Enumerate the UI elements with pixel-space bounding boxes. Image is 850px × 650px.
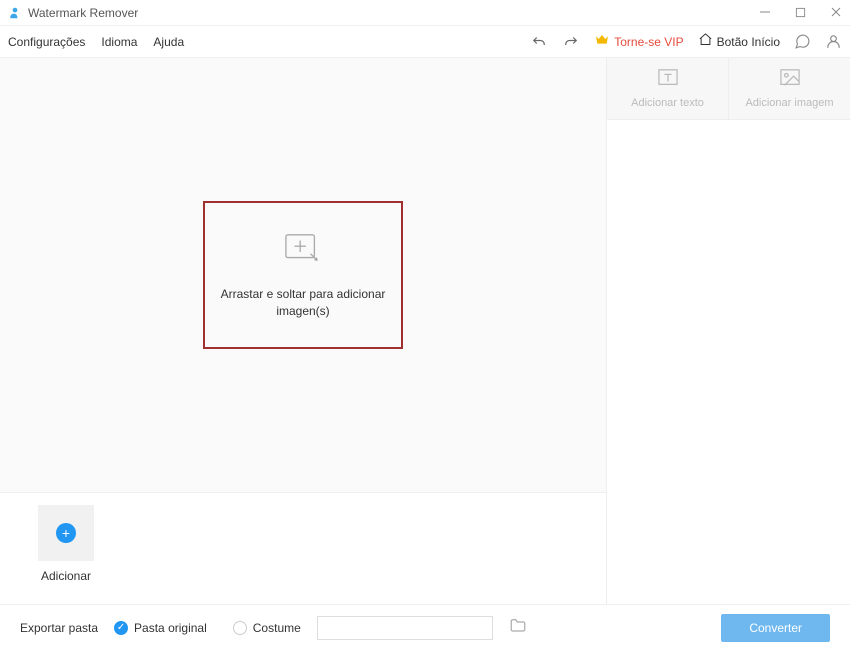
app-logo-icon xyxy=(8,6,22,20)
drop-zone[interactable]: Arrastar e soltar para adicionar imagen(… xyxy=(203,201,403,349)
add-thumbnail-button[interactable]: + Adicionar xyxy=(30,505,102,583)
thumbnail-strip: + Adicionar xyxy=(0,492,606,604)
tab-add-image[interactable]: Adicionar imagem xyxy=(728,58,850,119)
plus-icon: + xyxy=(56,523,76,543)
radio-checked-icon: ✓ xyxy=(114,621,128,635)
tab-add-text[interactable]: Adicionar texto xyxy=(607,58,728,119)
radio-unchecked-icon xyxy=(233,621,247,635)
redo-button[interactable] xyxy=(562,33,580,51)
user-icon[interactable] xyxy=(825,33,842,50)
minimize-button[interactable] xyxy=(759,6,771,20)
chat-icon[interactable] xyxy=(794,33,811,50)
maximize-button[interactable] xyxy=(795,6,806,20)
text-box-icon xyxy=(657,68,679,91)
side-panel: Adicionar texto Adicionar imagem xyxy=(606,58,850,604)
convert-button[interactable]: Converter xyxy=(721,614,830,642)
menubar: Configurações Idioma Ajuda Torne-se VIP … xyxy=(0,26,850,58)
radio-custom-folder[interactable]: Costume xyxy=(233,621,301,635)
titlebar: Watermark Remover xyxy=(0,0,850,26)
close-button[interactable] xyxy=(830,6,842,20)
radio-custom-label: Costume xyxy=(253,621,301,635)
image-icon xyxy=(779,68,801,91)
tab-add-image-label: Adicionar imagem xyxy=(745,97,833,109)
menu-language[interactable]: Idioma xyxy=(101,35,137,49)
home-icon xyxy=(698,32,713,52)
vip-label: Torne-se VIP xyxy=(614,35,683,49)
canvas-area: Arrastar e soltar para adicionar imagen(… xyxy=(0,58,606,492)
add-thumbnail-label: Adicionar xyxy=(41,569,91,583)
add-thumbnail-tile: + xyxy=(38,505,94,561)
menu-help[interactable]: Ajuda xyxy=(153,35,184,49)
home-button[interactable]: Botão Início xyxy=(698,32,780,52)
footer: Exportar pasta ✓ Pasta original Costume … xyxy=(0,604,850,650)
browse-folder-button[interactable] xyxy=(509,617,527,638)
undo-button[interactable] xyxy=(530,33,548,51)
app-title: Watermark Remover xyxy=(28,6,138,20)
add-image-icon xyxy=(282,231,324,274)
radio-original-label: Pasta original xyxy=(134,621,207,635)
export-path-input[interactable] xyxy=(317,616,493,640)
radio-original-folder[interactable]: ✓ Pasta original xyxy=(114,621,207,635)
vip-link[interactable]: Torne-se VIP xyxy=(594,31,683,52)
crown-icon xyxy=(594,31,610,52)
home-label: Botão Início xyxy=(717,35,780,49)
export-radio-group: ✓ Pasta original Costume xyxy=(114,621,301,635)
export-folder-label: Exportar pasta xyxy=(20,621,98,635)
tab-add-text-label: Adicionar texto xyxy=(631,97,704,109)
menu-config[interactable]: Configurações xyxy=(8,35,85,49)
drop-text: Arrastar e soltar para adicionar imagen(… xyxy=(205,286,401,320)
